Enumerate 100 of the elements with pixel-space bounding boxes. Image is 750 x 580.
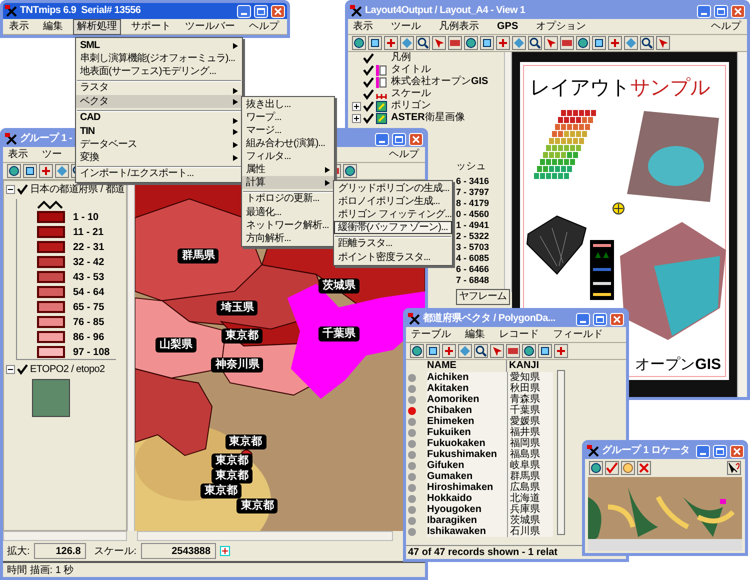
- tool-icon[interactable]: [528, 36, 542, 50]
- menu-item[interactable]: 地表面(サーフェス)モデリング...: [76, 65, 242, 78]
- table-row[interactable]: Ibaragiken 茨城県: [408, 515, 553, 526]
- menu-item[interactable]: ヘルプ: [707, 20, 745, 34]
- maximize-button[interactable]: [714, 4, 728, 18]
- menu-item[interactable]: 編集: [39, 18, 67, 34]
- menu-item[interactable]: ラスタ: [76, 78, 242, 95]
- close-button[interactable]: [730, 444, 744, 458]
- minimize-button[interactable]: [237, 4, 251, 18]
- checkbox[interactable]: [17, 364, 28, 375]
- tool-icon[interactable]: [442, 344, 456, 358]
- menu-item[interactable]: インポート/エクスポート...: [76, 164, 242, 181]
- menu-item[interactable]: ツール: [388, 20, 424, 34]
- maximize-button[interactable]: [392, 132, 406, 146]
- menu-item[interactable]: ワープ...: [242, 111, 334, 124]
- scrollbar[interactable]: [557, 370, 565, 535]
- close-button[interactable]: [409, 132, 423, 146]
- tool-icon[interactable]: [608, 36, 622, 50]
- scale-field[interactable]: 2543888: [140, 543, 216, 559]
- maximize-button[interactable]: [593, 312, 607, 326]
- checkmark-icon[interactable]: [605, 461, 619, 475]
- menu-item[interactable]: 距離ラスタ...: [334, 234, 452, 251]
- minimize-button[interactable]: [576, 312, 590, 326]
- menu-item[interactable]: 最適化...: [242, 206, 334, 219]
- table-row[interactable]: Fukushimaken 福島県: [408, 449, 553, 460]
- scrollbar[interactable]: [737, 52, 747, 397]
- menu-item[interactable]: ヘルプ: [385, 148, 423, 162]
- menu-item[interactable]: 組み合わせ(演算)...: [242, 137, 334, 150]
- menu-item[interactable]: オプション: [533, 20, 590, 34]
- menu-item[interactable]: フィールド: [550, 328, 606, 342]
- menu-item[interactable]: トポロジの更新...: [242, 189, 334, 206]
- column-header[interactable]: KANJI: [507, 360, 553, 372]
- close-button[interactable]: [731, 4, 745, 18]
- table-row[interactable]: Aomoriken 青森県: [408, 394, 553, 405]
- menu-item[interactable]: 表示: [5, 18, 33, 34]
- checkbox[interactable]: [363, 100, 374, 112]
- menu-item[interactable]: ネットワーク解析...: [242, 219, 334, 232]
- table-row[interactable]: Fukuiken 福井県: [408, 427, 553, 438]
- palette-icon[interactable]: [621, 461, 635, 475]
- menu-item[interactable]: グリッドポリゴンの生成...: [334, 182, 452, 195]
- checkbox[interactable]: [363, 88, 374, 100]
- tool-icon[interactable]: [474, 344, 488, 358]
- tool-icon[interactable]: [656, 36, 670, 50]
- tool-icon[interactable]: [384, 36, 398, 50]
- checkbox[interactable]: [363, 52, 374, 64]
- menu-item[interactable]: ツールバー: [181, 18, 239, 34]
- tool-icon[interactable]: [7, 164, 21, 178]
- menu-item[interactable]: サポート: [127, 18, 175, 34]
- menu-item[interactable]: 表示: [5, 148, 31, 162]
- menu-item[interactable]: 属性: [242, 163, 334, 176]
- table-row[interactable]: Akitaken 秋田県: [408, 383, 553, 394]
- minimize-button[interactable]: [697, 4, 711, 18]
- scrollbar[interactable]: [137, 531, 393, 541]
- close-button[interactable]: [271, 4, 285, 18]
- menu-item[interactable]: 変換: [76, 151, 242, 164]
- tool-icon[interactable]: [23, 164, 37, 178]
- tool-icon[interactable]: [368, 36, 382, 50]
- tool-icon[interactable]: [39, 164, 53, 178]
- minimize-button[interactable]: [375, 132, 389, 146]
- table-row[interactable]: Ishikawaken 石川県: [408, 526, 553, 537]
- scrollbar[interactable]: [504, 52, 512, 292]
- tool-icon[interactable]: [490, 344, 504, 358]
- expand-toggle[interactable]: [6, 365, 15, 374]
- checkbox[interactable]: [363, 112, 374, 124]
- maximize-button[interactable]: [254, 4, 268, 18]
- close-icon[interactable]: [637, 461, 651, 475]
- tool-icon[interactable]: [426, 344, 440, 358]
- tool-icon[interactable]: [592, 36, 606, 50]
- table-row[interactable]: Fukuokaken 福岡県: [408, 438, 553, 449]
- tool-icon[interactable]: [576, 36, 590, 50]
- tool-icon[interactable]: [416, 36, 430, 50]
- menu-item[interactable]: テーブル: [408, 328, 454, 342]
- tool-icon[interactable]: [432, 36, 446, 50]
- tool-icon[interactable]: [480, 36, 494, 50]
- table-row[interactable]: Hiroshimaken 広島県: [408, 482, 553, 493]
- menu-item[interactable]: 解析処理: [73, 18, 121, 34]
- expand-toggle[interactable]: [6, 185, 15, 194]
- table-row[interactable]: Hokkaido 北海道: [408, 493, 553, 504]
- menu-item[interactable]: ポリゴン フィッティング...: [334, 208, 452, 221]
- tool-icon[interactable]: [522, 344, 536, 358]
- tool-icon[interactable]: [640, 36, 654, 50]
- menu-item[interactable]: ボロノイポリゴン生成...: [334, 195, 452, 208]
- menu-item[interactable]: マージ...: [242, 124, 334, 137]
- menu-item[interactable]: CAD: [76, 108, 242, 125]
- checkbox[interactable]: [17, 184, 28, 195]
- expand-toggle[interactable]: [352, 102, 361, 110]
- minimize-button[interactable]: [696, 444, 710, 458]
- menu-item[interactable]: 表示: [350, 20, 376, 34]
- scrollbar[interactable]: [3, 531, 127, 541]
- refresh-icon[interactable]: [589, 461, 603, 475]
- tool-icon[interactable]: [496, 36, 510, 50]
- tool-icon[interactable]: [538, 344, 552, 358]
- menu-item[interactable]: 串刺し演算機能(ジオフォーミュラ)...: [76, 52, 242, 65]
- menu-item[interactable]: ツー: [39, 148, 65, 162]
- menu-item[interactable]: TIN: [76, 125, 242, 138]
- tool-icon[interactable]: [464, 36, 478, 50]
- menu-item[interactable]: 緩衝帯(バッファ ゾーン)...: [334, 221, 452, 234]
- menu-item[interactable]: 計算: [242, 176, 334, 189]
- frame-button[interactable]: ヤフレーム: [456, 289, 510, 305]
- help-icon[interactable]: [727, 461, 741, 475]
